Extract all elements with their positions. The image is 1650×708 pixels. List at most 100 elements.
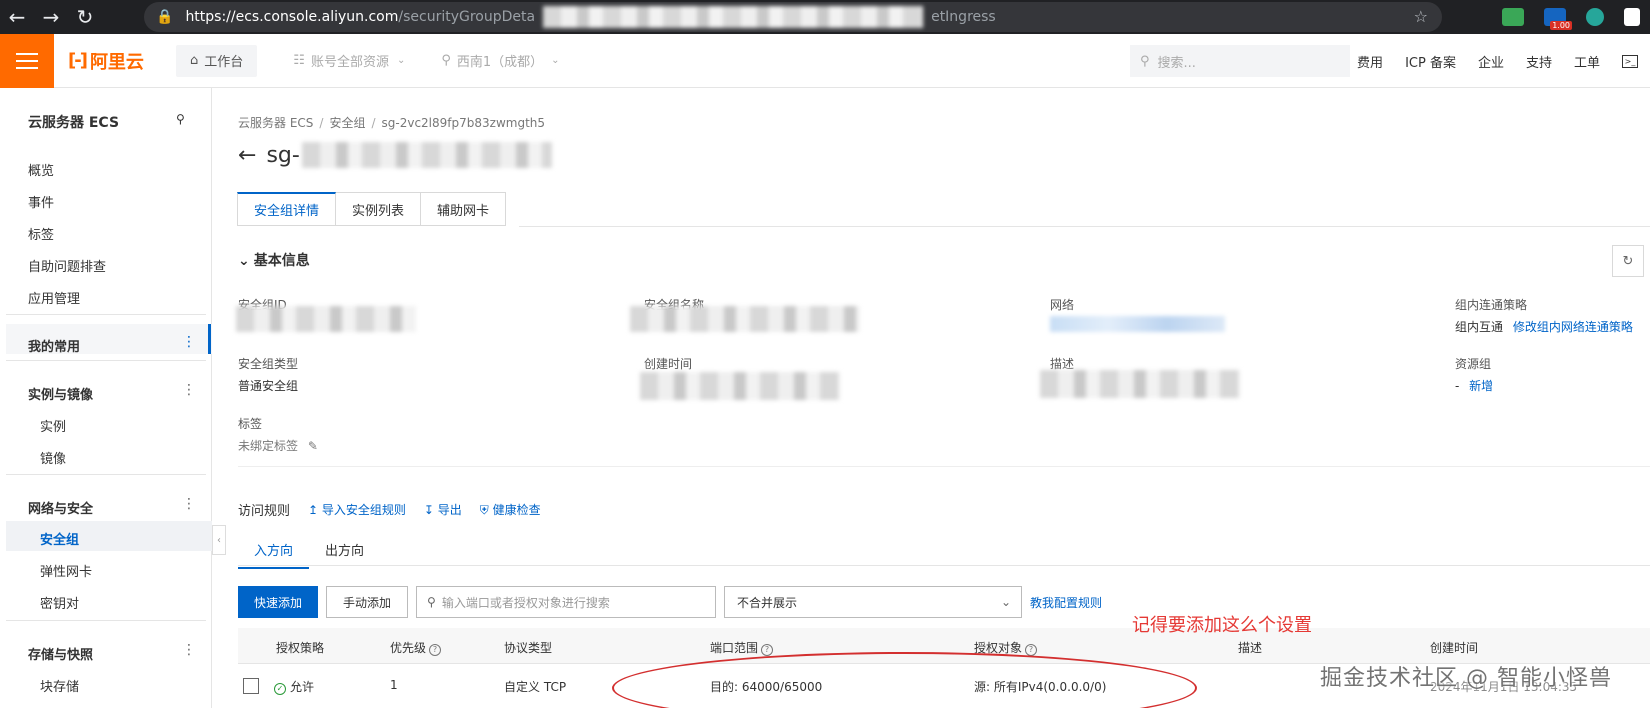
active-item-bg xyxy=(6,521,212,551)
add-resource-group-link[interactable]: 新增 xyxy=(1469,379,1493,393)
help-icon[interactable]: ? xyxy=(1025,644,1038,656)
row-policy: ✓ 允许 xyxy=(274,678,314,695)
quick-add-button[interactable]: 快速添加 xyxy=(238,586,319,618)
sidebar-divider xyxy=(6,360,206,361)
sidebar-item-overview[interactable]: 概览 xyxy=(28,160,54,179)
page-title-prefix: sg- xyxy=(266,142,300,168)
sidebar-item-troubleshoot[interactable]: 自助问题排查 xyxy=(28,256,106,275)
url-tail: etIngress xyxy=(931,9,996,25)
rules-title: 访问规则 xyxy=(238,504,291,519)
sidebar-item-events[interactable]: 事件 xyxy=(28,192,54,211)
bookmark-star-icon[interactable]: ☆ xyxy=(1414,7,1428,26)
account-scope-dropdown[interactable]: ☷ 账号全部资源 ⌄ xyxy=(293,51,405,70)
sidebar-search-icon[interactable]: ⚲ xyxy=(176,112,185,126)
sidebar-divider xyxy=(6,474,206,475)
sidebar-item-block-storage[interactable]: 块存储 xyxy=(40,676,79,695)
tab-divider xyxy=(519,226,1650,227)
reload-icon[interactable]: ↻ xyxy=(68,0,102,34)
row-checkbox[interactable] xyxy=(243,678,259,694)
extension-icon[interactable] xyxy=(1502,8,1524,26)
blurred-network-link[interactable] xyxy=(1050,316,1225,332)
help-icon[interactable]: ? xyxy=(761,644,774,656)
chevron-down-icon: ⌄ xyxy=(396,55,406,66)
export-link[interactable]: ↧ 导出 xyxy=(424,501,462,518)
hamburger-menu-icon[interactable] xyxy=(0,33,54,88)
more-icon[interactable]: ⋮ xyxy=(182,496,196,512)
location-icon: ⚲ xyxy=(441,53,451,68)
account-scope-label: 账号全部资源 xyxy=(310,55,389,70)
breadcrumb: 云服务器 ECS / 安全组 / sg-2vc2l89fp7b83zwmgth5 xyxy=(238,114,545,131)
nav-link-billing[interactable]: 费用 xyxy=(1357,52,1383,71)
col-policy: 授权策略 xyxy=(276,641,325,655)
policy-value: 组内互通 xyxy=(1455,320,1504,334)
sidebar-item-eni[interactable]: 弹性网卡 xyxy=(40,561,92,580)
rule-search-input[interactable]: ⚲ 输入端口或者授权对象进行搜索 xyxy=(416,586,717,618)
merge-display-select[interactable]: 不合并展示 ⌄ xyxy=(724,586,1023,618)
help-icon[interactable]: ? xyxy=(429,644,442,656)
back-icon[interactable]: ← xyxy=(0,0,34,34)
more-icon[interactable]: ⋮ xyxy=(182,382,196,398)
tab-instance-list[interactable]: 实例列表 xyxy=(336,192,422,226)
nav-link-support[interactable]: 支持 xyxy=(1526,52,1552,71)
sidebar-collapse-icon[interactable]: ‹ xyxy=(212,525,226,555)
resource-group-value: - xyxy=(1455,379,1460,393)
aliyun-logo[interactable]: [-] 阿里云 xyxy=(68,48,168,74)
download-icon: ↧ xyxy=(423,503,438,517)
import-rules-link[interactable]: ↥ 导入安全组规则 xyxy=(308,501,406,518)
address-bar[interactable]: 🔒 https://ecs.console.aliyun.com/securit… xyxy=(144,2,1442,32)
search-placeholder: 搜索... xyxy=(1157,55,1196,71)
modify-policy-link[interactable]: 修改组内网络连通策略 xyxy=(1513,320,1633,334)
extension-icon[interactable] xyxy=(1586,8,1604,26)
global-search-input[interactable]: ⚲ 搜索... xyxy=(1130,45,1350,77)
region-label: 西南1（成都） xyxy=(456,55,544,70)
tab-secondary-eni[interactable]: 辅助网卡 xyxy=(421,192,507,226)
sidebar: 云服务器 ECS ⚲ 概览 事件 标签 自助问题排查 应用管理 我的常用 ⋮ 实… xyxy=(0,88,212,708)
more-icon[interactable]: ⋮ xyxy=(182,642,196,658)
nav-link-ticket[interactable]: 工单 xyxy=(1574,52,1600,71)
health-check-link[interactable]: ⛨ 健康检查 xyxy=(480,501,541,518)
terminal-icon[interactable]: >_ xyxy=(1622,54,1638,68)
row-priority: 1 xyxy=(390,678,398,692)
profile-icon[interactable] xyxy=(1624,8,1640,26)
breadcrumb-security-group[interactable]: 安全组 xyxy=(329,116,365,130)
config-help-link[interactable]: 教我配置规则 xyxy=(1030,594,1102,611)
upload-icon: ↥ xyxy=(308,503,322,517)
refresh-icon[interactable]: ↻ xyxy=(1612,245,1644,277)
sidebar-item-tags[interactable]: 标签 xyxy=(28,224,54,243)
blurred-created-time xyxy=(640,372,840,400)
breadcrumb-sep: / xyxy=(371,116,376,130)
nav-link-enterprise[interactable]: 企业 xyxy=(1478,52,1504,71)
sidebar-item-security-group[interactable]: 安全组 xyxy=(40,529,79,548)
sidebar-divider xyxy=(6,314,206,315)
console-header: [-] 阿里云 ⌂ 工作台 ☷ 账号全部资源 ⌄ ⚲ 西南1（成都） ⌄ ⚲ 搜索... 费用… xyxy=(0,33,1650,88)
sidebar-group-storage[interactable]: 存储与快照 xyxy=(28,644,93,663)
region-dropdown[interactable]: ⚲ 西南1（成都） ⌄ xyxy=(441,51,559,70)
url-host: https://ecs.console.aliyun.com xyxy=(185,9,399,25)
shield-icon: ⛨ xyxy=(479,503,493,517)
sidebar-group-favorites[interactable]: 我的常用 xyxy=(28,336,80,355)
logo-text: 阿里云 xyxy=(89,51,144,73)
sidebar-item-image[interactable]: 镜像 xyxy=(40,448,66,467)
sidebar-group-network[interactable]: 网络与安全 xyxy=(28,498,93,517)
workbench-button[interactable]: ⌂ 工作台 xyxy=(176,44,258,77)
breadcrumb-ecs[interactable]: 云服务器 ECS xyxy=(238,116,313,130)
forward-icon[interactable]: → xyxy=(34,0,68,34)
sidebar-item-app-management[interactable]: 应用管理 xyxy=(28,288,80,307)
sidebar-item-instance[interactable]: 实例 xyxy=(40,416,66,435)
edit-icon[interactable]: ✎ xyxy=(308,439,318,453)
rules-toolbar: 快速添加 手动添加 ⚲ 输入端口或者授权对象进行搜索 不合并展示 ⌄ 教我配置规则 xyxy=(238,586,1102,618)
basic-info-toggle[interactable]: ⌄ 基本信息 xyxy=(238,250,310,270)
sidebar-group-instances[interactable]: 实例与镜像 xyxy=(28,384,93,403)
blurred-description xyxy=(1040,370,1240,398)
favorites-indicator xyxy=(208,324,211,354)
sidebar-item-keypair[interactable]: 密钥对 xyxy=(40,593,79,612)
manual-add-button[interactable]: 手动添加 xyxy=(326,586,409,618)
nav-link-icp[interactable]: ICP 备案 xyxy=(1405,52,1456,71)
import-rules-label: 导入安全组规则 xyxy=(321,503,406,517)
tab-sg-details[interactable]: 安全组详情 xyxy=(237,192,337,226)
col-description: 描述 xyxy=(1238,641,1263,655)
policy-value-row: 组内互通 修改组内网络连通策略 xyxy=(1455,318,1633,335)
extension-icon[interactable]: 1.00 xyxy=(1544,8,1572,30)
more-icon[interactable]: ⋮ xyxy=(182,334,196,350)
back-arrow-icon[interactable]: ← xyxy=(238,143,256,168)
